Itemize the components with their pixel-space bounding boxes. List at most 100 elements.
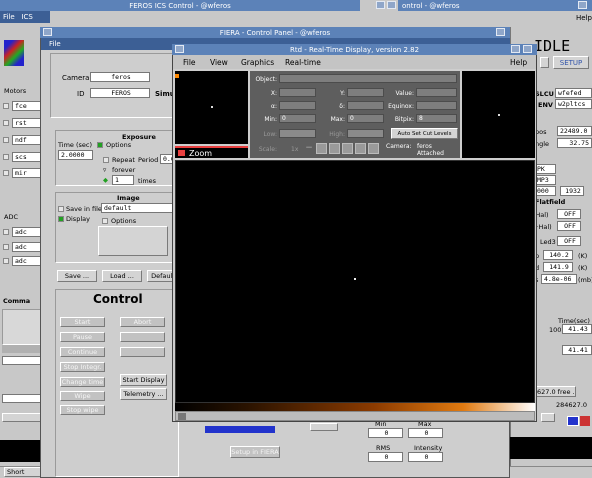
camera-field[interactable]: feros [90,72,150,82]
ctrl-button-disabled[interactable] [120,332,165,342]
eso-logo [4,40,24,66]
motor-field-scs[interactable]: scs [12,152,42,162]
id-label: ID [77,90,85,98]
setup-button[interactable]: SETUP [553,56,589,69]
ics-title-bar[interactable]: FEROS ICS Control - @wferos [0,0,360,11]
close-icon[interactable] [523,45,532,53]
fiera-small-button[interactable] [310,423,338,431]
motor-checkbox[interactable] [3,170,9,176]
stop-integr-button[interactable]: Stop Integr. [60,362,105,372]
free-button[interactable]: 627.0 free ... [534,386,576,397]
save-in-file-checkbox[interactable] [58,206,64,212]
high-field[interactable] [347,129,384,138]
fiera-title: FIERA - Control Panel - @wferos [219,28,331,37]
adc-field[interactable]: adc [12,227,42,237]
time-label: Time (sec) [58,141,93,149]
telemetry-button[interactable]: Telemetry ... [120,388,167,400]
setup-in-fiera-button[interactable]: Setup in FIERA [230,446,280,458]
zoom-button-icon[interactable] [368,143,379,154]
minimize-icon[interactable] [43,28,52,36]
control-title-bar[interactable]: ontrol - @wferos [398,0,592,11]
display-checkbox[interactable] [58,216,64,222]
bitpix-label: Bitpix: [394,116,414,123]
motor-checkbox[interactable] [3,103,9,109]
wipe-button[interactable]: Wipe [60,391,105,401]
ics-menu-ics[interactable]: ICS [21,13,32,21]
rtd-menu-view[interactable]: View [210,58,228,67]
change-time-button[interactable]: Change time [60,377,105,387]
image-options-panel[interactable] [98,226,168,256]
rtd-title-bar[interactable]: Rtd - Real-Time Display, version 2.82 [172,44,537,55]
fiera-title-bar[interactable]: FIERA - Control Panel - @wferos [40,27,510,38]
motor-field-mir[interactable]: mir [12,168,42,178]
forever-radio[interactable]: ▿ [103,166,106,174]
camera-value: feros [417,143,432,150]
scroll-handle-icon[interactable] [178,413,186,420]
exposure-title: Exposure [122,133,156,141]
start-button[interactable]: Start [60,317,105,327]
motor-field-fce[interactable]: fce [12,101,42,111]
maximize-icon[interactable] [578,1,587,9]
motor-checkbox[interactable] [3,137,9,143]
zoom-button-icon[interactable] [316,143,327,154]
adc-checkbox[interactable] [3,258,9,264]
max-field: 0 [347,114,384,123]
abort-button[interactable]: Abort [120,317,165,327]
zoom-button-icon[interactable] [342,143,353,154]
time-field[interactable]: 2.0000 [58,150,93,160]
alpha-label: α: [271,103,277,110]
d-field: 141.9 [543,262,573,272]
zoom-icon [178,150,185,156]
pan-view[interactable] [175,71,248,144]
minimize-icon[interactable] [376,1,385,9]
colorbar[interactable] [175,403,535,411]
rtd-scrollbar[interactable] [175,411,535,421]
image-display[interactable] [175,160,535,403]
ics-menu-file[interactable]: File [3,13,15,21]
save-button[interactable]: Save ... [57,270,97,282]
id-field[interactable]: FEROS [90,88,150,98]
zoom-button-icon[interactable] [355,143,366,154]
forever-label: forever [112,166,136,174]
image-options-checkbox[interactable] [102,218,108,224]
continue-button[interactable]: Continue [60,347,105,357]
rtd-menu-file[interactable]: File [183,58,196,67]
small-button[interactable] [541,413,555,422]
motor-field-rst[interactable]: rst [12,118,42,128]
setup-toggle[interactable] [540,57,549,68]
motor-checkbox[interactable] [3,120,9,126]
maximize-icon[interactable] [511,45,520,53]
ctrl-button-disabled[interactable] [120,347,165,357]
start-display-button[interactable]: Start Display [120,374,167,386]
close-icon[interactable] [496,28,505,36]
rtd-menu-graphics[interactable]: Graphics [241,58,274,67]
status-icon-red[interactable] [580,416,590,426]
motor-checkbox[interactable] [3,154,9,160]
adc-field[interactable]: adc [12,242,42,252]
motor-field-ndf[interactable]: ndf [12,135,42,145]
value-field: 000 [534,186,556,196]
stop-wipe-button[interactable]: Stop wipe [60,405,105,415]
times-radio-icon[interactable]: ◆ [103,176,108,184]
help-menu[interactable]: Help [576,14,592,22]
zoom-button-icon[interactable] [329,143,340,154]
auto-set-cut-levels-button[interactable]: Auto Set Cut Levels [391,128,458,139]
save-file-field[interactable]: default [101,203,177,213]
rtd-menu-realtime[interactable]: Real-time [285,58,321,67]
minimize-icon[interactable] [175,45,184,53]
maximize-icon[interactable] [387,1,396,9]
rtd-menu-help[interactable]: Help [510,58,527,67]
adc-checkbox[interactable] [3,229,9,235]
options-checkbox[interactable] [97,142,103,148]
load-button[interactable]: Load ... [102,270,142,282]
adc-checkbox[interactable] [3,244,9,250]
adc-field[interactable]: adc [12,256,42,266]
zoom-out-icon[interactable]: − [304,143,314,153]
pause-button[interactable]: Pause [60,332,105,342]
fiera-menu-file[interactable]: File [49,40,61,48]
times-field[interactable]: 1 [112,175,134,185]
status-icon[interactable] [567,416,579,426]
value-label: Value: [395,90,415,97]
low-field[interactable] [279,129,316,138]
repeat-checkbox[interactable] [103,157,109,163]
